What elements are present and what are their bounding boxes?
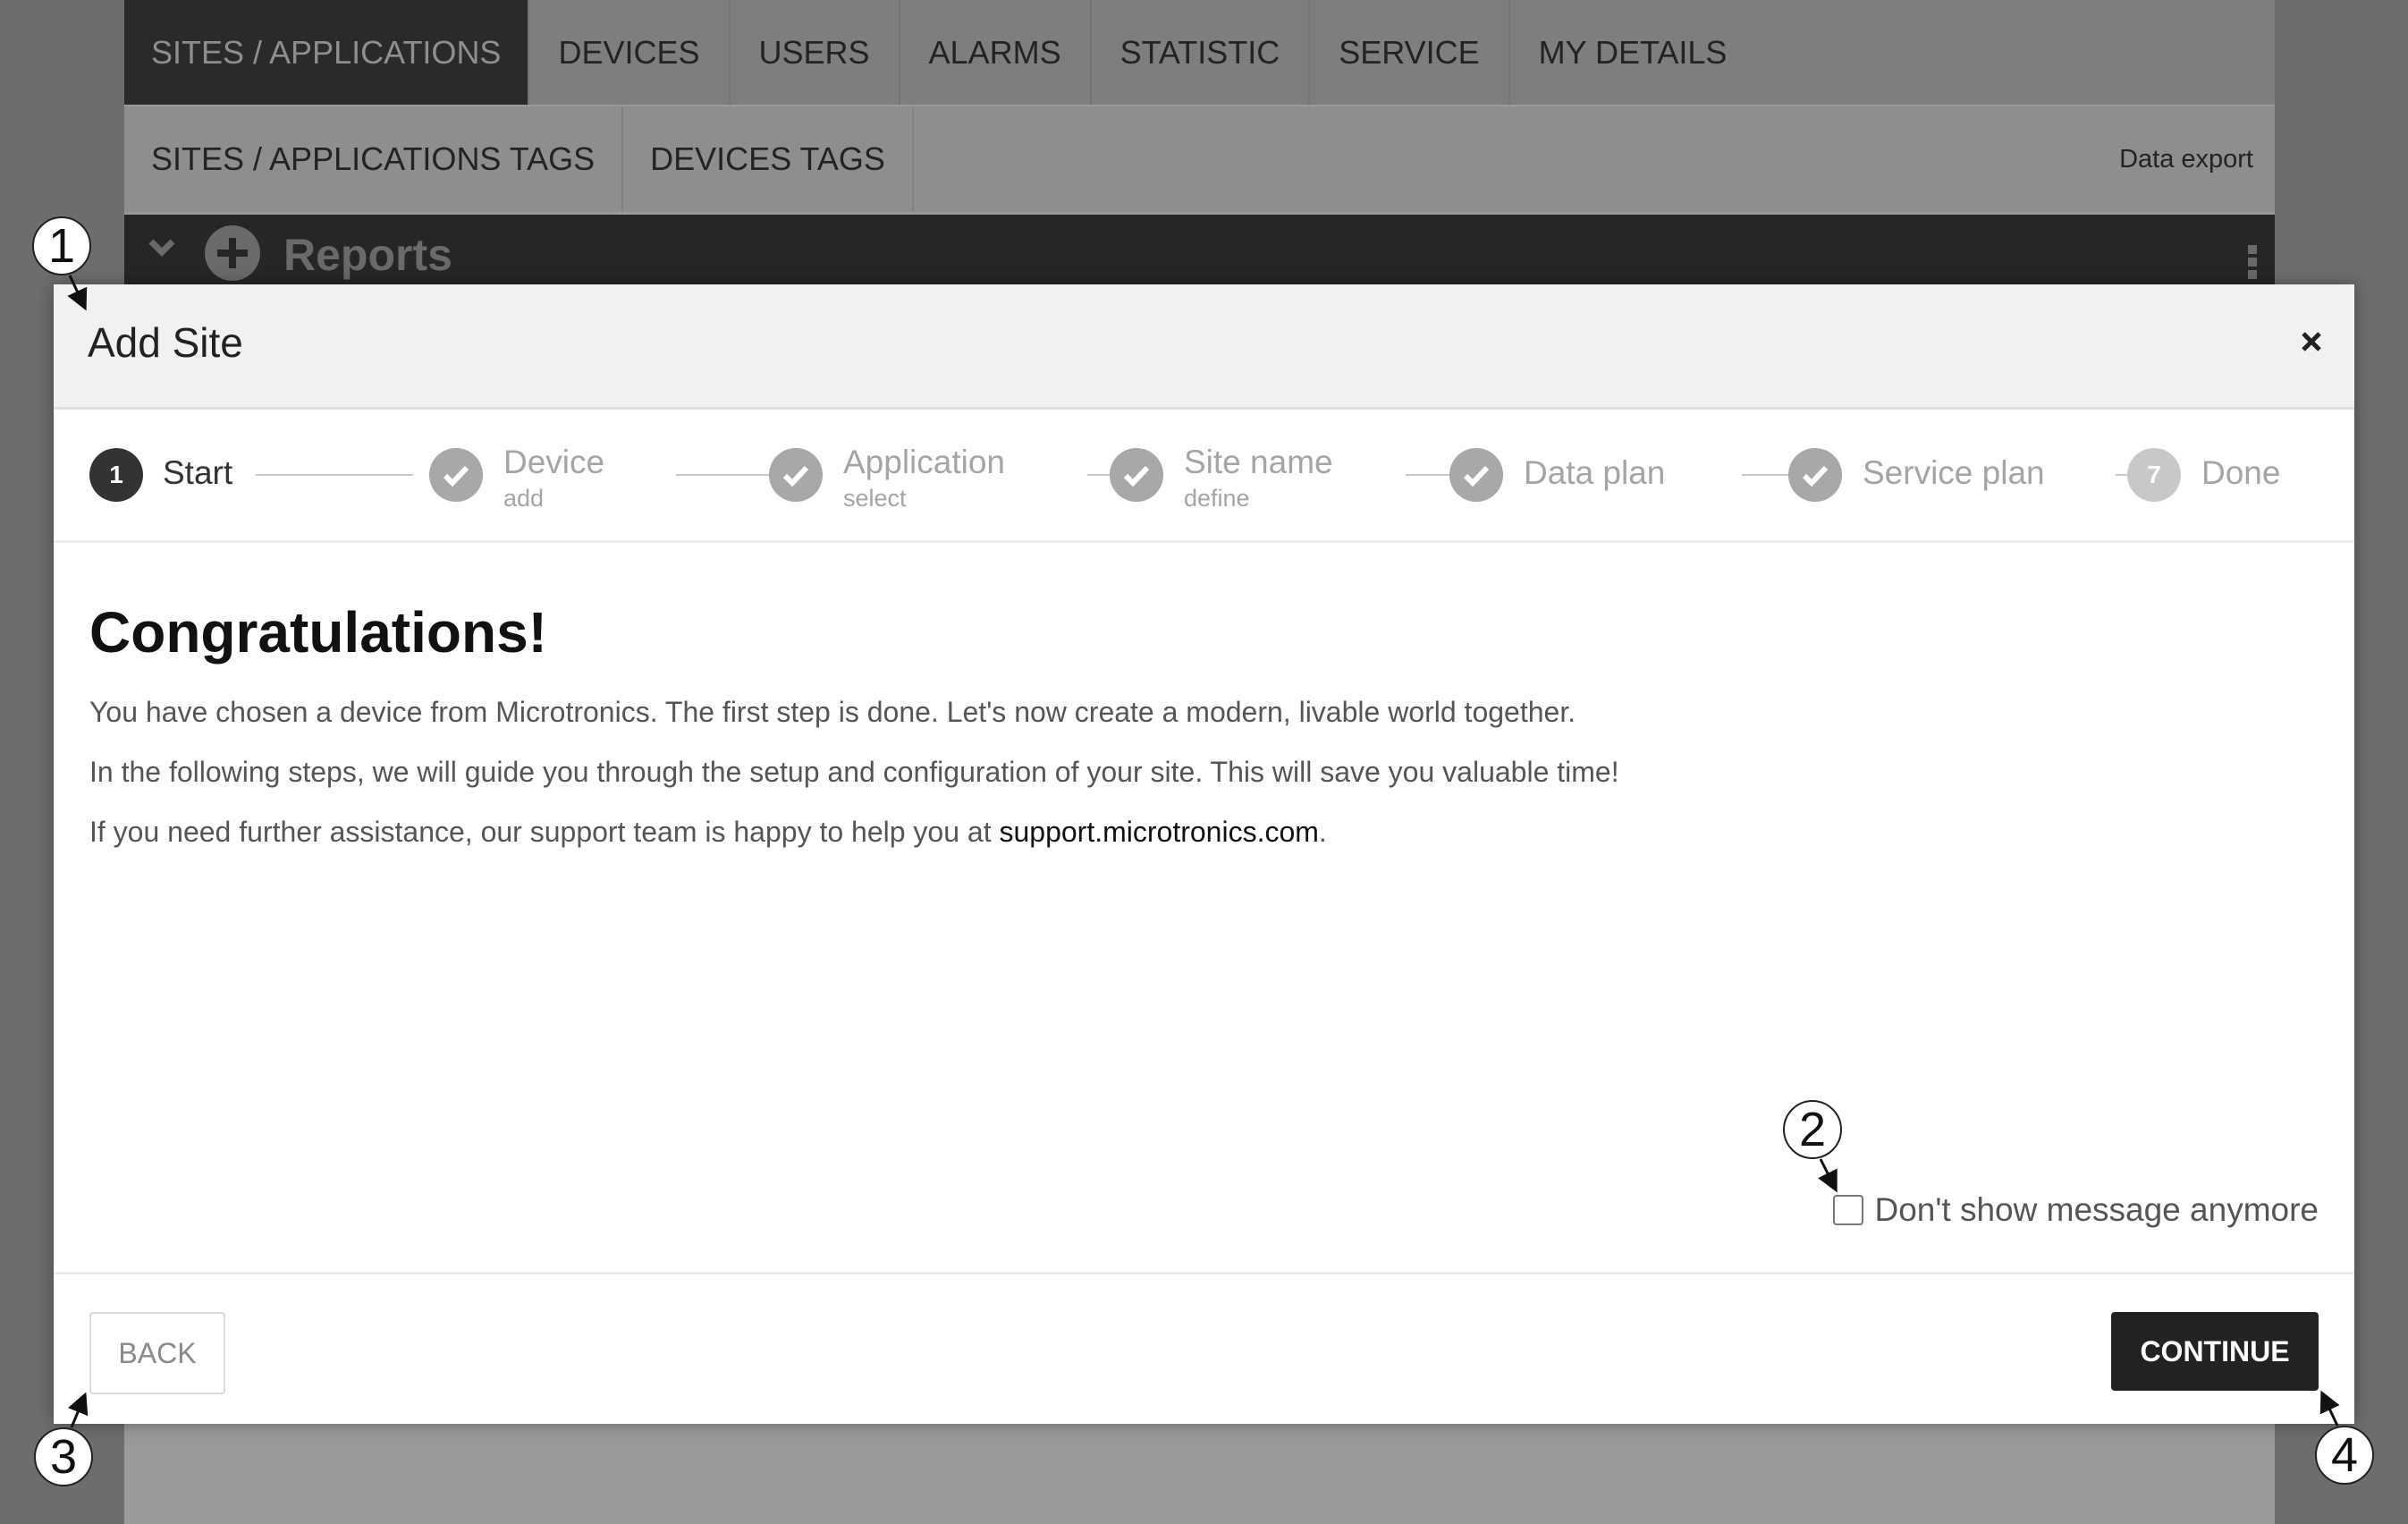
callout-arrows — [67, 275, 2340, 1428]
callout-2-arrow — [1818, 1158, 1838, 1193]
callout-1-arrow — [67, 275, 88, 311]
callout-4-arrow — [2319, 1390, 2340, 1427]
callout-3-arrow — [68, 1392, 89, 1428]
